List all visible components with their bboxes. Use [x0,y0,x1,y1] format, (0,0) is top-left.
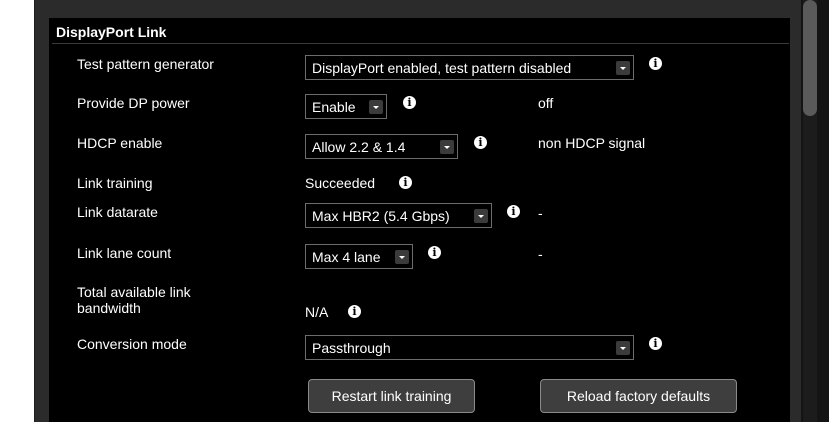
info-icon[interactable]: i [399,176,412,189]
test-pattern-select[interactable]: DisplayPort enabled, test pattern disabl… [305,55,634,80]
test-pattern-label: Test pattern generator [77,56,214,72]
bandwidth-value: N/A [305,304,329,320]
info-icon[interactable]: i [649,337,662,350]
conversion-label: Conversion mode [77,336,187,352]
reload-factory-defaults-button[interactable]: Reload factory defaults [540,379,737,413]
hdcp-value: Allow 2.2 & 1.4 [312,139,406,155]
conversion-value: Passthrough [312,340,391,356]
info-icon[interactable]: i [474,136,487,149]
bandwidth-label-line2: bandwidth [77,300,141,316]
info-icon[interactable]: i [649,57,662,70]
hdcp-status: non HDCP signal [538,135,646,151]
restart-link-training-button[interactable]: Restart link training [308,379,475,413]
lane-count-value: Max 4 lane [312,249,381,265]
chevron-down-icon [369,100,383,114]
scrollbar-thumb[interactable] [803,0,817,116]
link-training-value: Succeeded [305,175,376,191]
section-divider [52,43,789,44]
chevron-down-icon [395,250,409,264]
test-pattern-value: DisplayPort enabled, test pattern disabl… [312,60,572,76]
chevron-down-icon [440,140,454,154]
chevron-down-icon [474,209,488,223]
chevron-down-icon [616,61,630,75]
hdcp-label: HDCP enable [77,135,163,151]
link-datarate-value: Max HBR2 (5.4 Gbps) [312,208,450,224]
lane-count-status: - [538,246,543,262]
info-icon[interactable]: i [507,205,520,218]
bandwidth-label-line1: Total available link [77,284,191,300]
info-icon[interactable]: i [428,246,441,259]
dp-power-status: off [538,95,554,111]
link-training-label: Link training [77,175,153,191]
link-datarate-label: Link datarate [77,204,158,220]
info-icon[interactable]: i [348,305,361,318]
link-datarate-status: - [538,205,543,221]
lane-count-label: Link lane count [77,245,172,261]
info-icon[interactable]: i [403,96,416,109]
section-title: DisplayPort Link [56,24,167,40]
dp-power-select[interactable]: Enable [305,94,387,119]
conversion-select[interactable]: Passthrough [305,335,634,360]
dp-power-label: Provide DP power [77,95,190,111]
chevron-down-icon [616,341,630,355]
dp-power-value: Enable [312,99,356,115]
hdcp-select[interactable]: Allow 2.2 & 1.4 [305,134,458,159]
lane-count-select[interactable]: Max 4 lane [305,244,413,269]
link-datarate-select[interactable]: Max HBR2 (5.4 Gbps) [305,203,492,228]
